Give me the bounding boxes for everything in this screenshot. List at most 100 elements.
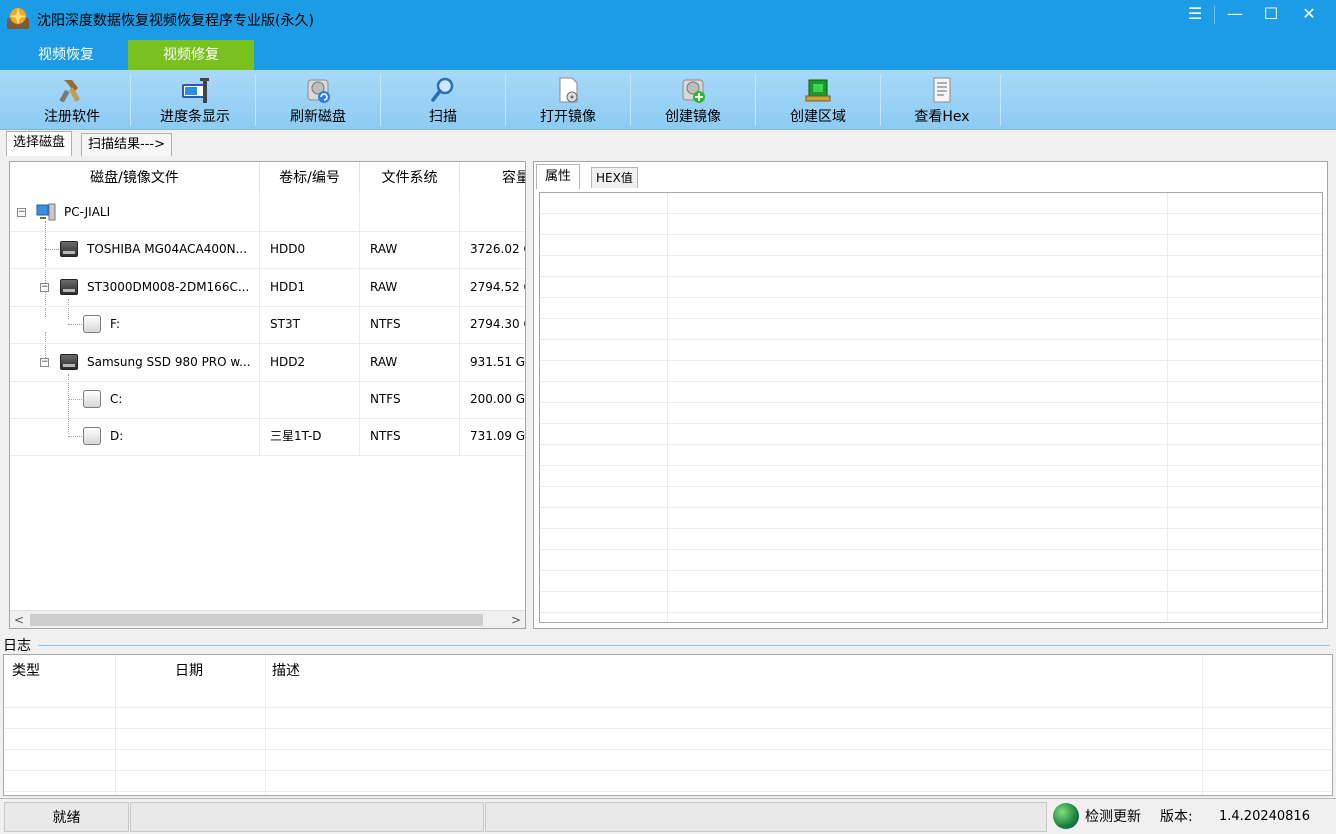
title-bar: 沈阳深度数据恢复视频恢复程序专业版(永久) ☰ — ☐ ✕	[0, 0, 1336, 40]
panel-tabs: 选择磁盘 扫描结果--->	[0, 130, 1336, 156]
log-row	[4, 687, 1332, 708]
register-button[interactable]: 注册软件	[10, 72, 134, 128]
grid-row	[540, 382, 1322, 403]
open-image-label: 打开镜像	[540, 109, 596, 125]
capacity-cell: 2794.52 GB	[470, 280, 525, 294]
scan-label: 扫描	[429, 109, 457, 125]
grid-row	[540, 193, 1322, 214]
tab-video-recovery[interactable]: 视频恢复	[3, 40, 129, 70]
grid-row	[540, 466, 1322, 487]
log-row	[4, 729, 1332, 750]
scroll-left-icon[interactable]: <	[10, 611, 28, 628]
minimize-button[interactable]: —	[1216, 4, 1254, 26]
volume-name: C:	[110, 392, 123, 406]
create-image-label: 创建镜像	[665, 109, 721, 125]
check-update-link[interactable]: 检测更新	[1085, 802, 1141, 832]
toolbar-separator	[130, 74, 131, 126]
collapse-toggle-icon[interactable]: −	[17, 208, 26, 217]
column-header-disk[interactable]: 磁盘/镜像文件	[10, 162, 260, 194]
disk-name: TOSHIBA MG04ACA400N...	[87, 242, 248, 256]
filesystem-cell: RAW	[360, 231, 460, 268]
refresh-disk-button[interactable]: 刷新磁盘	[256, 72, 380, 128]
capacity-cell: 200.00 GB	[470, 392, 526, 406]
progress-display-button[interactable]: 进度条显示	[133, 72, 257, 128]
log-title: 日志	[3, 638, 31, 654]
table-row[interactable]: D: 三星1T-D NTFS 731.09 GB	[10, 418, 525, 456]
column-header-label[interactable]: 卷标/编号	[260, 162, 360, 194]
scrollbar-thumb[interactable]	[30, 614, 483, 626]
log-row	[4, 708, 1332, 729]
table-row[interactable]: F: ST3T NTFS 2794.30 GB	[10, 306, 525, 344]
column-header-capacity[interactable]: 容量	[460, 162, 525, 194]
collapse-toggle-icon[interactable]: −	[40, 283, 49, 292]
view-hex-button[interactable]: 查看Hex	[880, 72, 1004, 128]
grid-row	[540, 277, 1322, 298]
log-column-date[interactable]: 日期	[175, 655, 203, 687]
disk-name: PC-JIALI	[64, 205, 111, 219]
register-label: 注册软件	[44, 109, 100, 125]
tab-select-disk[interactable]: 选择磁盘	[6, 131, 73, 156]
open-image-icon	[559, 77, 578, 103]
create-region-label: 创建区域	[790, 109, 846, 125]
table-row[interactable]: C: NTFS 200.00 GB	[10, 381, 525, 419]
grid-row	[540, 403, 1322, 424]
tab-hex-value[interactable]: HEX值	[591, 167, 638, 188]
filesystem-cell: NTFS	[360, 418, 460, 455]
close-button[interactable]: ✕	[1290, 4, 1328, 26]
grid-row	[540, 424, 1322, 445]
label-cell	[260, 381, 360, 418]
hard-disk-icon	[60, 241, 78, 257]
horizontal-scrollbar[interactable]: < >	[10, 610, 525, 628]
log-column-description[interactable]: 描述	[272, 655, 300, 687]
tree-line	[68, 324, 82, 325]
open-image-button[interactable]: 打开镜像	[506, 72, 630, 128]
scan-icon	[431, 77, 454, 102]
tree-line	[45, 249, 59, 250]
table-row[interactable]: − PC-JIALI	[10, 194, 525, 232]
label-cell: HDD1	[260, 269, 360, 306]
grid-row	[540, 445, 1322, 466]
disk-table-header: 磁盘/镜像文件 卷标/编号 文件系统 容量	[10, 162, 525, 194]
version-value: 1.4.20240816	[1219, 809, 1310, 824]
capacity-cell: 731.09 GB	[470, 429, 526, 443]
tab-scan-results[interactable]: 扫描结果--->	[81, 133, 172, 156]
menu-icon[interactable]: ☰	[1176, 4, 1214, 26]
table-row[interactable]: − ST3000DM008-2DM166C... HDD1 RAW 2794.5…	[10, 269, 525, 307]
scan-button[interactable]: 扫描	[381, 72, 505, 128]
grid-row	[540, 298, 1322, 319]
title-separator	[1214, 6, 1215, 24]
capacity-cell: 3726.02 GB	[470, 242, 525, 256]
table-row[interactable]: − Samsung SSD 980 PRO w... HDD2 RAW 931.…	[10, 344, 525, 382]
table-row[interactable]: TOSHIBA MG04ACA400N... HDD0 RAW 3726.02 …	[10, 231, 525, 269]
scroll-right-icon[interactable]: >	[507, 611, 525, 628]
hard-disk-icon	[60, 279, 78, 295]
column-header-filesystem[interactable]: 文件系统	[360, 162, 460, 194]
globe-icon[interactable]	[1053, 803, 1079, 829]
grid-row	[540, 571, 1322, 592]
create-image-button[interactable]: 创建镜像	[631, 72, 755, 128]
log-column-type[interactable]: 类型	[12, 655, 40, 687]
status-ready: 就绪	[4, 802, 129, 832]
status-panel	[485, 802, 1047, 832]
tree-cell: − Samsung SSD 980 PRO w...	[10, 344, 260, 381]
volume-name: D:	[110, 429, 124, 443]
capacity-cell: 2794.30 GB	[470, 317, 525, 331]
hex-view-icon	[933, 77, 951, 103]
view-hex-label: 查看Hex	[914, 109, 970, 125]
maximize-button[interactable]: ☐	[1252, 4, 1290, 26]
create-region-button[interactable]: 创建区域	[756, 72, 880, 128]
tree-cell: C:	[10, 381, 260, 418]
create-region-icon	[805, 79, 831, 102]
tab-properties[interactable]: 属性	[536, 164, 581, 189]
collapse-toggle-icon[interactable]: −	[40, 358, 49, 367]
log-row	[4, 771, 1332, 792]
log-divider	[38, 645, 1330, 646]
properties-panel: 属性 HEX值	[533, 161, 1328, 629]
tree-cell: F:	[10, 306, 260, 343]
tab-video-repair[interactable]: 视频修复	[128, 40, 254, 70]
grid-row	[540, 529, 1322, 550]
hard-disk-icon	[60, 354, 78, 370]
disk-name: ST3000DM008-2DM166C...	[87, 280, 250, 294]
toolbar-separator	[1000, 74, 1001, 126]
label-cell: ST3T	[260, 306, 360, 343]
